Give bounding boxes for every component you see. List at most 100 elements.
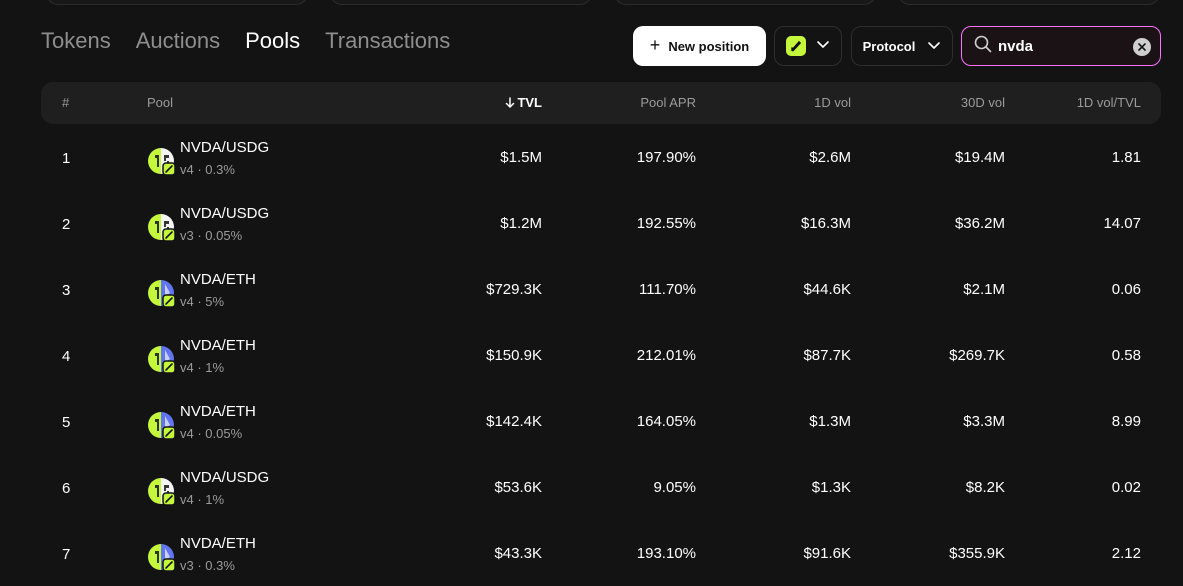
column-header-30d-vol[interactable]: 30D vol	[961, 95, 1005, 110]
row-1d-vol: $1.3K	[811, 479, 851, 496]
pool-version-fee: v4 · 1%	[180, 492, 225, 507]
pool-pair-icon	[146, 146, 176, 176]
row-1d-vol: $87.7K	[803, 347, 851, 364]
row-1d-vol: $91.6K	[803, 545, 851, 562]
row-30d-vol: $8.2K	[965, 479, 1005, 496]
row-rank: 7	[62, 546, 71, 563]
pool-pair-name: NVDA/USDG	[180, 469, 270, 486]
chevron-down-icon	[927, 38, 941, 55]
column-header-1d-vol-tvl[interactable]: 1D vol/TVL	[1077, 95, 1141, 110]
pool-pair-icon	[146, 410, 176, 440]
table-row[interactable]: 3 NVDA/ETH v4 · 5% $729.3K 111.70% $44.6…	[41, 256, 1161, 322]
row-tvl: $1.5M	[500, 149, 542, 166]
row-rank: 2	[62, 216, 71, 233]
search-box[interactable]	[961, 26, 1161, 66]
protocol-label: Protocol	[862, 38, 916, 54]
table-row[interactable]: 5 NVDA/ETH v4 · 0.05% $142.4K 164.05% $1…	[41, 388, 1161, 454]
row-tvl: $43.3K	[494, 545, 542, 562]
pool-pair-icon	[146, 278, 176, 308]
pool-pair-name: NVDA/ETH	[180, 403, 256, 420]
pool-version-fee: v4 · 0.3%	[180, 162, 235, 177]
pool-pair-icon	[146, 476, 176, 506]
row-30d-vol: $269.7K	[949, 347, 1005, 364]
column-header-tvl[interactable]: TVL	[505, 95, 542, 110]
pool-version-fee: v4 · 1%	[180, 360, 225, 375]
table-row[interactable]: 1 NVDA/USDG v4 · 0.3% $1.5M 197.90% $2.6…	[41, 124, 1161, 190]
row-pool-apr: 193.10%	[636, 545, 696, 562]
pool-pair-name: NVDA/ETH	[180, 337, 256, 354]
row-rank: 1	[62, 150, 71, 167]
table-controls: + New position Protocol	[0, 26, 1183, 66]
row-rank: 4	[62, 348, 71, 365]
chain-logo-icon	[786, 36, 806, 56]
row-pool-apr: 197.90%	[636, 149, 696, 166]
row-1d-vol-tvl: 1.81	[1111, 149, 1141, 166]
pool-version-fee: v3 · 0.05%	[180, 228, 243, 243]
column-header-pool-apr[interactable]: Pool APR	[640, 95, 696, 110]
pool-version-fee: v4 · 0.05%	[180, 426, 243, 441]
row-30d-vol: $19.4M	[954, 149, 1005, 166]
new-position-label: New position	[668, 38, 750, 54]
close-icon[interactable]	[1133, 38, 1151, 56]
column-header-pool: Pool	[147, 95, 174, 110]
pool-pair-name: NVDA/ETH	[180, 535, 256, 552]
pool-pair-name: NVDA/ETH	[180, 271, 256, 288]
row-1d-vol: $16.3M	[800, 215, 851, 232]
row-tvl: $150.9K	[486, 347, 542, 364]
row-rank: 6	[62, 480, 71, 497]
row-1d-vol-tvl: 0.02	[1111, 479, 1141, 496]
row-1d-vol-tvl: 8.99	[1111, 413, 1141, 430]
row-1d-vol-tvl: 2.12	[1111, 545, 1141, 562]
column-header-rank: #	[62, 95, 70, 110]
row-30d-vol: $36.2M	[954, 215, 1005, 232]
row-tvl: $53.6K	[494, 479, 542, 496]
row-30d-vol: $2.1M	[963, 281, 1005, 298]
row-1d-vol: $44.6K	[803, 281, 851, 298]
row-1d-vol: $1.3M	[809, 413, 851, 430]
row-30d-vol: $355.9K	[949, 545, 1005, 562]
search-icon	[974, 35, 992, 58]
column-header-tvl-label: TVL	[517, 95, 542, 110]
row-pool-apr: 192.55%	[636, 215, 696, 232]
network-selector[interactable]	[774, 26, 842, 66]
pool-pair-icon	[146, 212, 176, 242]
top-card-edge	[898, 0, 1160, 5]
plus-icon: +	[649, 35, 661, 55]
table-header: # Pool TVL Pool APR 1D vol 30D vol 1D vo…	[41, 82, 1161, 124]
pool-pair-name: NVDA/USDG	[180, 205, 270, 222]
chevron-down-icon	[816, 37, 830, 56]
row-1d-vol-tvl: 0.06	[1111, 281, 1141, 298]
row-pool-apr: 164.05%	[636, 413, 696, 430]
pool-pair-icon	[146, 344, 176, 374]
search-input[interactable]	[998, 37, 1118, 55]
row-tvl: $729.3K	[486, 281, 542, 298]
row-rank: 5	[62, 414, 71, 431]
row-1d-vol: $2.6M	[809, 149, 851, 166]
top-card-edge	[614, 0, 876, 5]
pool-version-fee: v4 · 5%	[180, 294, 225, 309]
new-position-button[interactable]: + New position	[633, 26, 766, 66]
pools-table-body: 1 NVDA/USDG v4 · 0.3% $1.5M 197.90% $2.6…	[41, 124, 1161, 586]
row-pool-apr: 212.01%	[636, 347, 696, 364]
row-1d-vol-tvl: 14.07	[1103, 215, 1141, 232]
row-rank: 3	[62, 282, 71, 299]
row-1d-vol-tvl: 0.58	[1111, 347, 1141, 364]
pool-pair-name: NVDA/USDG	[180, 139, 270, 156]
top-card-edge	[330, 0, 592, 5]
table-row[interactable]: 2 NVDA/USDG v3 · 0.05% $1.2M 192.55% $16…	[41, 190, 1161, 256]
table-row[interactable]: 7 NVDA/ETH v3 · 0.3% $43.3K 193.10% $91.…	[41, 520, 1161, 586]
top-strip	[0, 0, 1183, 8]
row-pool-apr: 111.70%	[639, 281, 696, 298]
pool-pair-icon	[146, 542, 176, 572]
table-row[interactable]: 6 NVDA/USDG v4 · 1% $53.6K 9.05% $1.3K $…	[41, 454, 1161, 520]
column-header-1d-vol[interactable]: 1D vol	[814, 95, 851, 110]
pool-version-fee: v3 · 0.3%	[180, 558, 235, 573]
arrow-down-icon	[505, 95, 517, 110]
row-pool-apr: 9.05%	[653, 479, 696, 496]
protocol-dropdown[interactable]: Protocol	[851, 26, 953, 66]
table-row[interactable]: 4 NVDA/ETH v4 · 1% $150.9K 212.01% $87.7…	[41, 322, 1161, 388]
top-card-edge	[46, 0, 308, 5]
row-30d-vol: $3.3M	[963, 413, 1005, 430]
row-tvl: $1.2M	[500, 215, 542, 232]
row-tvl: $142.4K	[486, 413, 542, 430]
